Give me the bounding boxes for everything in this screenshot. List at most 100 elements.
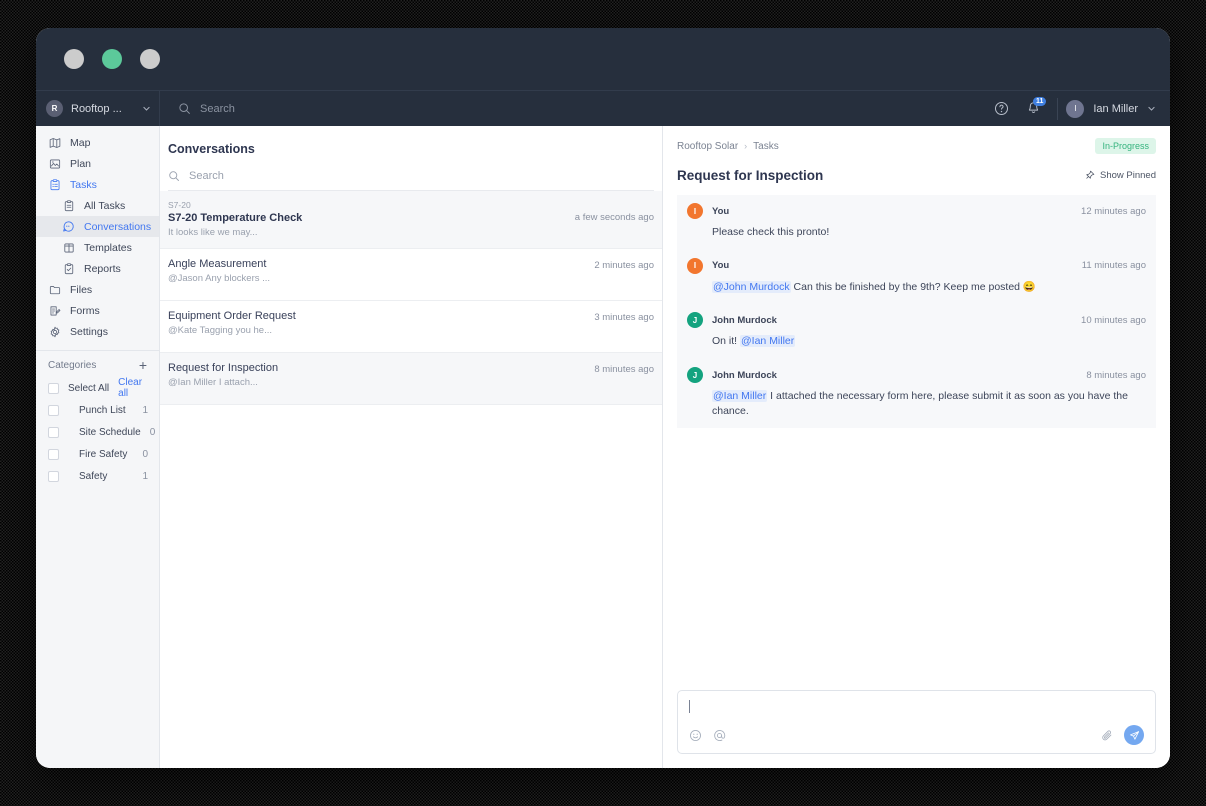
conversation-list: S7-20 S7-20 Temperature Check It looks l… bbox=[160, 191, 662, 768]
sidebar-item-label: Tasks bbox=[70, 178, 97, 191]
category-row-fire-safety[interactable]: Fire Safety 0 bbox=[36, 443, 159, 465]
avatar: I bbox=[1066, 99, 1085, 118]
window-dot-2[interactable] bbox=[102, 49, 122, 69]
chat-bubble-icon bbox=[62, 220, 75, 233]
avatar: I bbox=[687, 203, 703, 219]
sidebar-item-label: Reports bbox=[84, 262, 121, 275]
message-item: I You 11 minutes ago @John Murdock Can t… bbox=[677, 249, 1156, 305]
detail-header: Rooftop Solar › Tasks In-Progress Reques… bbox=[663, 126, 1170, 195]
category-label: Punch List bbox=[79, 404, 126, 416]
message-timestamp: 12 minutes ago bbox=[1081, 205, 1146, 217]
page-title: Conversations bbox=[168, 142, 255, 156]
breadcrumb-item-tasks[interactable]: Tasks bbox=[753, 141, 779, 152]
sidebar-item-all-tasks[interactable]: All Tasks bbox=[36, 195, 159, 216]
category-checkbox[interactable] bbox=[48, 426, 59, 438]
category-label: Site Schedule bbox=[79, 426, 141, 438]
category-checkbox[interactable] bbox=[48, 470, 59, 482]
window-dot-1[interactable] bbox=[64, 49, 84, 69]
sidebar-item-tasks[interactable]: Tasks bbox=[36, 174, 159, 195]
conversation-content: S7-20 S7-20 Temperature Check It looks l… bbox=[168, 200, 575, 238]
conversation-preview: @Kate Tagging you he... bbox=[168, 325, 273, 336]
message-timestamp: 10 minutes ago bbox=[1081, 314, 1146, 326]
category-select-all[interactable]: Select All Clear all bbox=[36, 377, 159, 399]
list-item[interactable]: Request for Inspection @Ian Miller I att… bbox=[160, 353, 662, 405]
message-header: J John Murdock 8 minutes ago bbox=[687, 367, 1146, 384]
breadcrumb-row: Rooftop Solar › Tasks In-Progress bbox=[677, 138, 1156, 154]
sidebar-item-reports[interactable]: Reports bbox=[36, 258, 159, 279]
category-label: Fire Safety bbox=[79, 448, 128, 460]
nav-divider bbox=[1057, 97, 1059, 120]
message-body: @Ian Miller I attached the necessary for… bbox=[712, 389, 1146, 418]
conversation-name: S7-20 Temperature Check bbox=[168, 212, 303, 224]
sidebar-item-label: Templates bbox=[84, 241, 132, 254]
message-input[interactable] bbox=[689, 700, 690, 713]
conversations-search-input[interactable]: Search bbox=[168, 170, 654, 191]
sidebar-item-templates[interactable]: Templates bbox=[36, 237, 159, 258]
message-author: You bbox=[712, 205, 730, 217]
user-menu[interactable]: I Ian Miller bbox=[1066, 99, 1160, 118]
help-button[interactable] bbox=[985, 91, 1017, 127]
app-window: R Rooftop ... Search 11 I Ian Miller Map… bbox=[36, 28, 1170, 768]
category-row-safety[interactable]: Safety 1 bbox=[36, 465, 159, 487]
sidebar-item-forms[interactable]: Forms bbox=[36, 300, 159, 321]
notifications-button[interactable]: 11 bbox=[1017, 91, 1049, 127]
list-item[interactable]: Equipment Order Request @Kate Tagging yo… bbox=[160, 301, 662, 353]
workspace-selector[interactable]: R Rooftop ... bbox=[36, 90, 160, 127]
window-title-bar bbox=[36, 28, 1170, 90]
plan-icon bbox=[48, 157, 61, 170]
category-checkbox[interactable] bbox=[48, 404, 59, 416]
mention-link[interactable]: @Ian Miller bbox=[712, 390, 768, 403]
composer-right-actions bbox=[1101, 725, 1144, 745]
sidebar: Map Plan Tasks All Tasks Conversations T… bbox=[36, 126, 160, 768]
clear-all-button[interactable]: Clear all bbox=[118, 377, 148, 399]
sidebar-item-label: Conversations bbox=[84, 220, 152, 233]
at-mention-icon[interactable] bbox=[713, 729, 726, 742]
message-text: Can this be finished by the 9th? Keep me… bbox=[790, 280, 1037, 293]
sidebar-item-label: Settings bbox=[70, 325, 108, 338]
send-button[interactable] bbox=[1124, 725, 1144, 745]
app-body: Map Plan Tasks All Tasks Conversations T… bbox=[36, 126, 1170, 768]
conversation-timestamp: a few seconds ago bbox=[574, 212, 654, 223]
sidebar-item-files[interactable]: Files bbox=[36, 279, 159, 300]
tasks-icon bbox=[48, 178, 61, 191]
list-item[interactable]: Angle Measurement @Jason Any blockers ..… bbox=[160, 249, 662, 301]
breadcrumb-item-project[interactable]: Rooftop Solar bbox=[677, 141, 738, 152]
show-pinned-label: Show Pinned bbox=[1100, 170, 1156, 181]
category-row-site-schedule[interactable]: Site Schedule 0 bbox=[36, 421, 159, 443]
plus-icon[interactable]: + bbox=[139, 358, 147, 372]
paperclip-icon[interactable] bbox=[1101, 729, 1114, 742]
breadcrumb: Rooftop Solar › Tasks bbox=[677, 141, 779, 152]
list-item[interactable]: S7-20 S7-20 Temperature Check It looks l… bbox=[160, 191, 662, 249]
mention-link[interactable]: @Ian Miller bbox=[740, 335, 796, 348]
category-row-punch-list[interactable]: Punch List 1 bbox=[36, 399, 159, 421]
message-thread: I You 12 minutes ago Please check this p… bbox=[663, 195, 1170, 690]
category-count: 1 bbox=[142, 404, 148, 416]
sidebar-item-map[interactable]: Map bbox=[36, 132, 159, 153]
sidebar-item-label: Forms bbox=[70, 304, 100, 317]
show-pinned-button[interactable]: Show Pinned bbox=[1084, 170, 1156, 181]
message-header: J John Murdock 10 minutes ago bbox=[687, 312, 1146, 329]
conversation-name: Angle Measurement bbox=[168, 258, 267, 270]
emoji-smiley-icon[interactable] bbox=[689, 729, 702, 742]
chevron-down-icon bbox=[143, 106, 150, 111]
conversation-content: Angle Measurement @Jason Any blockers ..… bbox=[168, 258, 594, 284]
conversation-preview: @Jason Any blockers ... bbox=[168, 273, 271, 284]
message-composer[interactable] bbox=[677, 690, 1156, 754]
category-checkbox[interactable] bbox=[48, 448, 59, 460]
message-item: J John Murdock 10 minutes ago On it! @Ia… bbox=[677, 304, 1156, 360]
select-all-checkbox[interactable] bbox=[48, 382, 59, 394]
global-search-input[interactable]: Search bbox=[160, 102, 985, 115]
sidebar-item-settings[interactable]: Settings bbox=[36, 321, 159, 342]
sidebar-item-plan[interactable]: Plan bbox=[36, 153, 159, 174]
detail-title-row: Request for Inspection Show Pinned bbox=[677, 168, 1156, 195]
composer-toolbar bbox=[689, 725, 1144, 745]
sidebar-item-conversations[interactable]: Conversations bbox=[36, 216, 159, 237]
user-name: Ian Miller bbox=[1093, 102, 1138, 115]
top-nav-actions: 11 I Ian Miller bbox=[985, 91, 1170, 127]
status-badge: In-Progress bbox=[1095, 138, 1156, 154]
message-header: I You 11 minutes ago bbox=[687, 257, 1146, 274]
message-timestamp: 8 minutes ago bbox=[1086, 369, 1146, 381]
window-dot-3[interactable] bbox=[140, 49, 160, 69]
conversation-title: Request for Inspection bbox=[677, 168, 824, 183]
mention-link[interactable]: @John Murdock bbox=[712, 280, 791, 293]
